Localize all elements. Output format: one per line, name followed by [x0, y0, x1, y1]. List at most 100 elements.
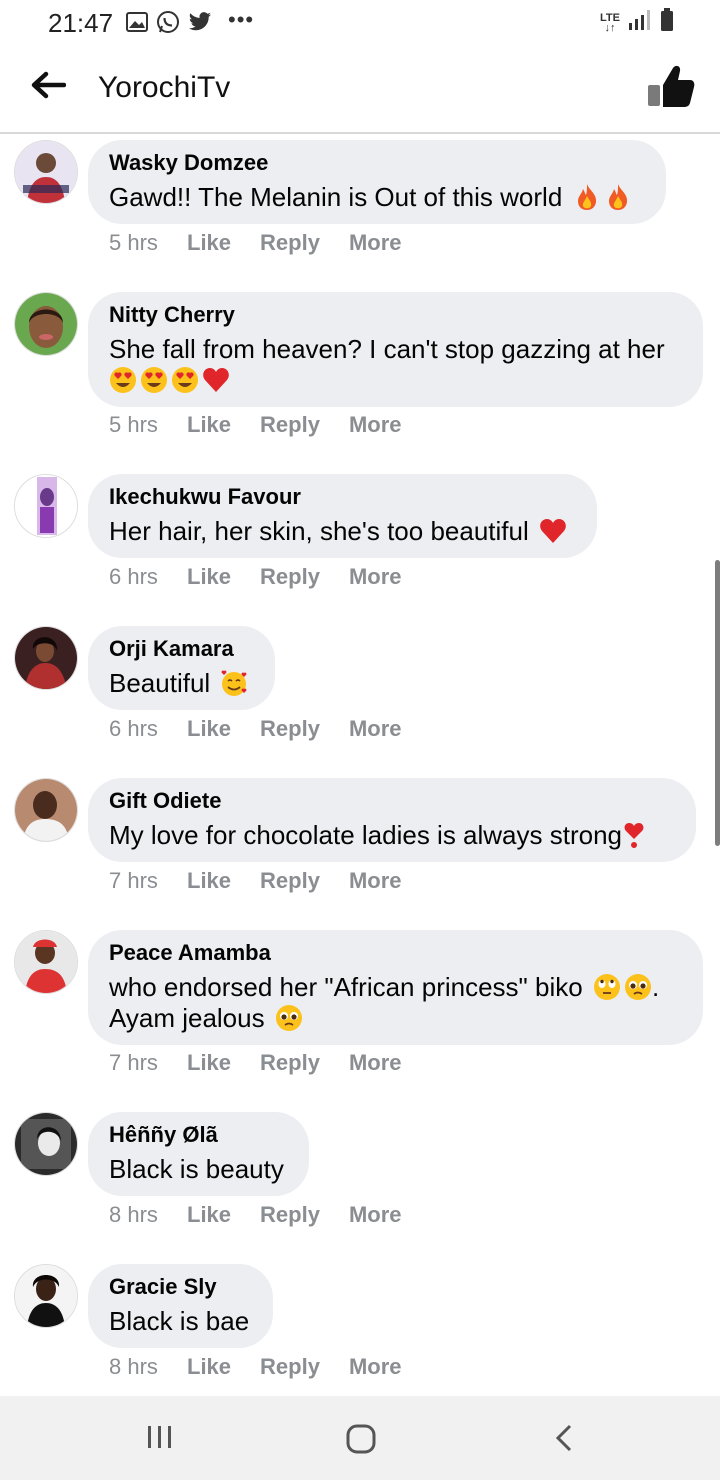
- home-icon: [346, 1424, 376, 1454]
- comment-text: Black is bae: [109, 1306, 251, 1337]
- comment-bubble: Nitty Cherry She fall from heaven? I can…: [88, 292, 703, 407]
- comment-text: Gawd!! The Melanin is Out of this world: [109, 182, 644, 213]
- comment-author[interactable]: Gracie Sly: [109, 1274, 251, 1300]
- twitter-icon: [188, 12, 212, 37]
- like-action[interactable]: Like: [187, 1202, 231, 1228]
- more-action[interactable]: More: [349, 1050, 402, 1076]
- system-back-button[interactable]: [548, 1422, 588, 1456]
- comment-text-line: She fall from heaven? I can't stop gazzi…: [109, 334, 665, 364]
- avatar[interactable]: [14, 474, 78, 538]
- pleading-emoji: [275, 1004, 303, 1032]
- comment-bubble: Orji Kamara Beautiful: [88, 626, 275, 710]
- fire-emoji: [604, 183, 632, 211]
- more-action[interactable]: More: [349, 564, 402, 590]
- reply-action[interactable]: Reply: [260, 1202, 320, 1228]
- reply-action[interactable]: Reply: [260, 1050, 320, 1076]
- red-heart-emoji: [202, 366, 230, 394]
- comment-actions: 7 hrs Like Reply More: [109, 1050, 431, 1076]
- comment-author[interactable]: Orji Kamara: [109, 636, 253, 662]
- comment-time: 8 hrs: [109, 1354, 158, 1379]
- home-button[interactable]: [342, 1422, 382, 1456]
- like-action[interactable]: Like: [187, 1050, 231, 1076]
- comment-text-line: who endorsed her "African princess" biko: [109, 972, 583, 1002]
- more-action[interactable]: More: [349, 716, 402, 742]
- comment-text: She fall from heaven? I can't stop gazzi…: [109, 334, 681, 396]
- comment-text-line: Beautiful: [109, 668, 211, 698]
- comment-author[interactable]: Nitty Cherry: [109, 302, 681, 328]
- comment-actions: 8 hrs Like Reply More: [109, 1354, 431, 1380]
- like-action[interactable]: Like: [187, 868, 231, 894]
- comment-time: 6 hrs: [109, 564, 158, 589]
- comment-text-line: Gawd!! The Melanin is Out of this world: [109, 182, 563, 212]
- network-label: LTE: [600, 11, 620, 24]
- pleading-emoji: [624, 973, 652, 1001]
- heart-eyes-emoji: [171, 366, 199, 394]
- more-action[interactable]: More: [349, 868, 402, 894]
- more-action[interactable]: More: [349, 230, 402, 256]
- comment-bubble: Wasky Domzee Gawd!! The Melanin is Out o…: [88, 140, 666, 224]
- comment-time: 5 hrs: [109, 230, 158, 255]
- heart-exclamation-emoji: [623, 821, 645, 849]
- avatar[interactable]: [14, 1264, 78, 1328]
- avatar[interactable]: [14, 778, 78, 842]
- page-like-button[interactable]: [646, 64, 696, 110]
- reply-action[interactable]: Reply: [260, 564, 320, 590]
- whatsapp-icon: [156, 10, 180, 39]
- comment-actions: 6 hrs Like Reply More: [109, 716, 431, 742]
- comment-text-line: Ayam jealous: [109, 1003, 265, 1033]
- comment-actions: 5 hrs Like Reply More: [109, 412, 431, 438]
- like-action[interactable]: Like: [187, 1354, 231, 1380]
- comment-bubble: Peace Amamba who endorsed her "African p…: [88, 930, 703, 1045]
- like-action[interactable]: Like: [187, 716, 231, 742]
- comment-author[interactable]: Gift Odiete: [109, 788, 674, 814]
- recent-apps-icon: [148, 1426, 171, 1448]
- comment-text-line: Her hair, her skin, she's too beautiful: [109, 516, 529, 546]
- avatar[interactable]: [14, 626, 78, 690]
- comment-text: Black is beauty: [109, 1154, 287, 1185]
- comment-author[interactable]: Wasky Domzee: [109, 150, 644, 176]
- like-action[interactable]: Like: [187, 412, 231, 438]
- comment-text-line: Black is bae: [109, 1306, 250, 1336]
- comment-time: 8 hrs: [109, 1202, 158, 1227]
- avatar[interactable]: [14, 140, 78, 204]
- reply-action[interactable]: Reply: [260, 716, 320, 742]
- comment-author[interactable]: Hêññy Ølã: [109, 1122, 287, 1148]
- more-dots-icon: •••: [228, 6, 255, 32]
- comment-text: Her hair, her skin, she's too beautiful: [109, 516, 575, 547]
- comment-time: 6 hrs: [109, 716, 158, 741]
- reply-action[interactable]: Reply: [260, 868, 320, 894]
- comment-bubble: Gift Odiete My love for chocolate ladies…: [88, 778, 696, 862]
- more-action[interactable]: More: [349, 412, 402, 438]
- comment-author[interactable]: Ikechukwu Favour: [109, 484, 575, 510]
- red-heart-emoji: [539, 517, 567, 545]
- recent-apps-button[interactable]: [142, 1422, 182, 1456]
- gallery-icon: [126, 12, 148, 37]
- comment-text: Beautiful: [109, 668, 253, 699]
- avatar[interactable]: [14, 1112, 78, 1176]
- avatar[interactable]: [14, 292, 78, 356]
- comment-author[interactable]: Peace Amamba: [109, 940, 681, 966]
- more-action[interactable]: More: [349, 1354, 402, 1380]
- back-icon: [555, 1424, 572, 1452]
- eye-roll-emoji: [593, 973, 621, 1001]
- reply-action[interactable]: Reply: [260, 1354, 320, 1380]
- avatar[interactable]: [14, 930, 78, 994]
- comment-bubble: Gracie Sly Black is bae: [88, 1264, 273, 1348]
- like-action[interactable]: Like: [187, 230, 231, 256]
- smiling-face-with-hearts-emoji: [220, 669, 248, 697]
- status-time: 21:47: [48, 8, 114, 38]
- navigation-bar: [0, 1396, 720, 1480]
- reply-action[interactable]: Reply: [260, 230, 320, 256]
- comment-bubble: Ikechukwu Favour Her hair, her skin, she…: [88, 474, 597, 558]
- comment-text-line: My love for chocolate ladies is always s…: [109, 820, 623, 850]
- reply-action[interactable]: Reply: [260, 412, 320, 438]
- comment-actions: 7 hrs Like Reply More: [109, 868, 431, 894]
- comment-actions: 6 hrs Like Reply More: [109, 564, 431, 590]
- back-button[interactable]: [30, 70, 70, 106]
- comment-actions: 8 hrs Like Reply More: [109, 1202, 431, 1228]
- signal-icon: [628, 9, 652, 36]
- scrollbar[interactable]: [715, 560, 720, 846]
- battery-icon: [660, 8, 674, 37]
- like-action[interactable]: Like: [187, 564, 231, 590]
- more-action[interactable]: More: [349, 1202, 402, 1228]
